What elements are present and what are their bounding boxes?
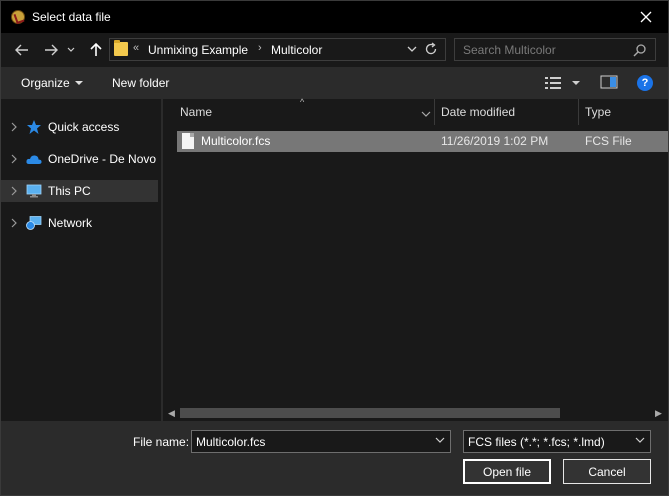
sidebar-item-label: OneDrive - De Novo Software	[48, 152, 158, 166]
organize-label: Organize	[21, 76, 70, 90]
cancel-button[interactable]: Cancel	[563, 459, 651, 484]
chevron-down-icon	[421, 111, 431, 117]
address-dropdown-button[interactable]	[406, 43, 420, 57]
horizontal-scrollbar[interactable]: ◀ ▶	[163, 405, 668, 421]
caret-down-icon	[74, 81, 83, 85]
sort-up-icon: ^	[300, 97, 305, 107]
chevron-down-icon	[635, 437, 645, 443]
chevron-down-icon	[67, 47, 75, 52]
open-file-button[interactable]: Open file	[463, 459, 551, 484]
details-view-icon	[545, 77, 580, 89]
file-type-select[interactable]: FCS files (*.*; *.fcs; *.lmd)	[463, 430, 651, 453]
chevron-right-icon[interactable]	[9, 122, 19, 132]
app-icon	[11, 10, 25, 24]
forward-arrow-icon	[45, 44, 58, 56]
column-header-name[interactable]: Name	[180, 105, 212, 119]
file-type-value: FCS files (*.*; *.fcs; *.lmd)	[468, 435, 605, 449]
change-view-button[interactable]	[544, 75, 584, 91]
preview-pane-button[interactable]	[600, 75, 618, 89]
refresh-icon	[425, 42, 437, 55]
sidebar-item-this-pc[interactable]: This PC	[1, 180, 158, 202]
refresh-button[interactable]	[424, 42, 440, 58]
chevron-down-icon	[407, 46, 417, 52]
breadcrumb-overflow[interactable]: «	[133, 42, 139, 54]
up-button[interactable]	[85, 40, 107, 60]
computer-icon	[26, 184, 42, 198]
navigation-bar: « Unmixing Example › Multicolor Search M…	[1, 33, 668, 67]
window-title: Select data file	[32, 10, 111, 24]
file-date-modified: 11/26/2019 1:02 PM	[441, 134, 549, 148]
sidebar-item-network[interactable]: Network	[1, 212, 158, 234]
scroll-right-icon[interactable]: ▶	[655, 408, 662, 419]
folder-icon	[114, 40, 128, 56]
sidebar-item-onedrive[interactable]: OneDrive - De Novo Software	[1, 148, 158, 170]
close-button[interactable]	[624, 1, 668, 33]
back-button[interactable]	[11, 40, 33, 60]
column-header-date-modified[interactable]: Date modified	[441, 105, 515, 119]
forward-button[interactable]	[40, 40, 62, 60]
search-icon[interactable]	[633, 43, 647, 57]
chevron-right-icon[interactable]	[9, 186, 19, 196]
file-row[interactable]: Multicolor.fcs 11/26/2019 1:02 PM FCS Fi…	[177, 131, 668, 152]
back-arrow-icon	[15, 44, 28, 56]
command-bar: Organize New folder ?	[1, 67, 668, 99]
preview-pane-icon	[600, 75, 618, 89]
chevron-right-icon[interactable]	[9, 154, 19, 164]
sidebar-item-label: Quick access	[48, 120, 120, 134]
sidebar-item-quick-access[interactable]: Quick access	[1, 116, 158, 138]
navigation-pane: Quick access OneDrive - De Novo Software…	[1, 99, 161, 421]
new-folder-button[interactable]: New folder	[112, 76, 169, 90]
star-icon	[27, 120, 41, 134]
file-name-value[interactable]: Multicolor.fcs	[196, 435, 265, 449]
column-divider[interactable]	[434, 99, 435, 125]
column-header-type[interactable]: Type	[585, 105, 611, 119]
file-name-field[interactable]: Multicolor.fcs	[191, 430, 451, 453]
breadcrumb-separator: ›	[258, 42, 262, 54]
help-button[interactable]: ?	[637, 75, 653, 91]
file-dialog: Select data file « Unmixing Example › Mu…	[0, 0, 669, 496]
scroll-left-icon[interactable]: ◀	[168, 408, 175, 419]
column-filter-button[interactable]	[421, 108, 431, 117]
search-box[interactable]: Search Multicolor	[454, 38, 656, 61]
chevron-right-icon[interactable]	[9, 218, 19, 228]
search-input[interactable]: Search Multicolor	[463, 43, 556, 57]
up-arrow-icon	[90, 43, 102, 56]
footer-bar: File name: Multicolor.fcs FCS files (*.*…	[1, 421, 668, 495]
sidebar-item-label: Network	[48, 216, 93, 230]
file-name: Multicolor.fcs	[201, 134, 271, 148]
sidebar-item-label: This PC	[48, 184, 91, 198]
network-icon	[26, 216, 42, 230]
file-name-label: File name:	[133, 435, 190, 449]
title-bar: Select data file	[1, 1, 668, 33]
file-type: FCS File	[585, 134, 632, 148]
breadcrumb-multicolor[interactable]: Multicolor	[271, 43, 322, 57]
breadcrumb-unmixing-example[interactable]: Unmixing Example	[148, 43, 248, 57]
column-header-row: ^ Name Date modified Type	[163, 97, 668, 125]
recent-locations-button[interactable]	[64, 40, 78, 60]
cloud-icon	[26, 155, 42, 164]
chevron-down-icon[interactable]	[435, 437, 445, 445]
organize-menu[interactable]: Organize	[21, 76, 83, 90]
file-list: ^ Name Date modified Type Multicolor.fcs…	[163, 97, 668, 421]
scrollbar-thumb[interactable]	[180, 408, 560, 418]
file-icon	[182, 133, 194, 149]
column-divider[interactable]	[578, 99, 579, 125]
close-icon	[640, 11, 652, 23]
address-bar[interactable]: « Unmixing Example › Multicolor	[109, 38, 446, 61]
